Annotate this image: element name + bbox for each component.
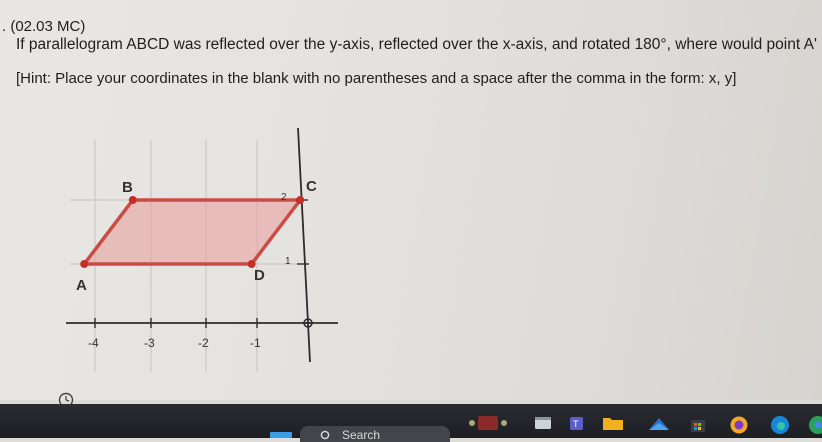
start-button[interactable] xyxy=(270,432,292,438)
vertex-label-d: D xyxy=(254,267,265,284)
parallelogram-abcd xyxy=(82,198,302,266)
mail-icon[interactable] xyxy=(648,414,670,432)
vertex-point-a xyxy=(80,260,89,268)
taskbar: Search T xyxy=(0,404,822,442)
firefox-icon[interactable] xyxy=(728,414,750,436)
vertex-point-b xyxy=(128,196,137,204)
x-tick-label: -2 xyxy=(198,336,209,350)
teams-icon[interactable]: T xyxy=(568,414,586,432)
taskbar-search[interactable]: Search xyxy=(300,426,450,442)
vertex-label-c: C xyxy=(306,178,317,195)
vertex-label-b: B xyxy=(122,179,133,196)
vertex-point-c xyxy=(296,196,305,204)
vertex-label-a: A xyxy=(76,277,87,294)
folder-icon[interactable] xyxy=(602,414,624,432)
x-tick-label: -3 xyxy=(144,336,155,350)
y-tick-label: 2 xyxy=(281,192,287,203)
svg-text:T: T xyxy=(573,419,579,429)
x-tick-label: -4 xyxy=(88,336,99,350)
edge-icon[interactable] xyxy=(768,414,792,436)
store-icon[interactable] xyxy=(688,414,708,434)
search-label: Search xyxy=(342,428,381,442)
search-icon xyxy=(320,430,330,440)
widgets-icon[interactable] xyxy=(466,414,510,432)
y-tick-label: 1 xyxy=(285,256,291,267)
coordinate-graph: -4 -3 -2 -1 2 1 B C A D xyxy=(66,127,338,372)
x-tick-label: -1 xyxy=(250,336,261,350)
file-explorer-icon[interactable] xyxy=(534,414,552,430)
assessment-page: . (02.03 MC) If parallelogram ABCD was r… xyxy=(0,0,822,408)
chrome-icon[interactable] xyxy=(806,414,822,436)
